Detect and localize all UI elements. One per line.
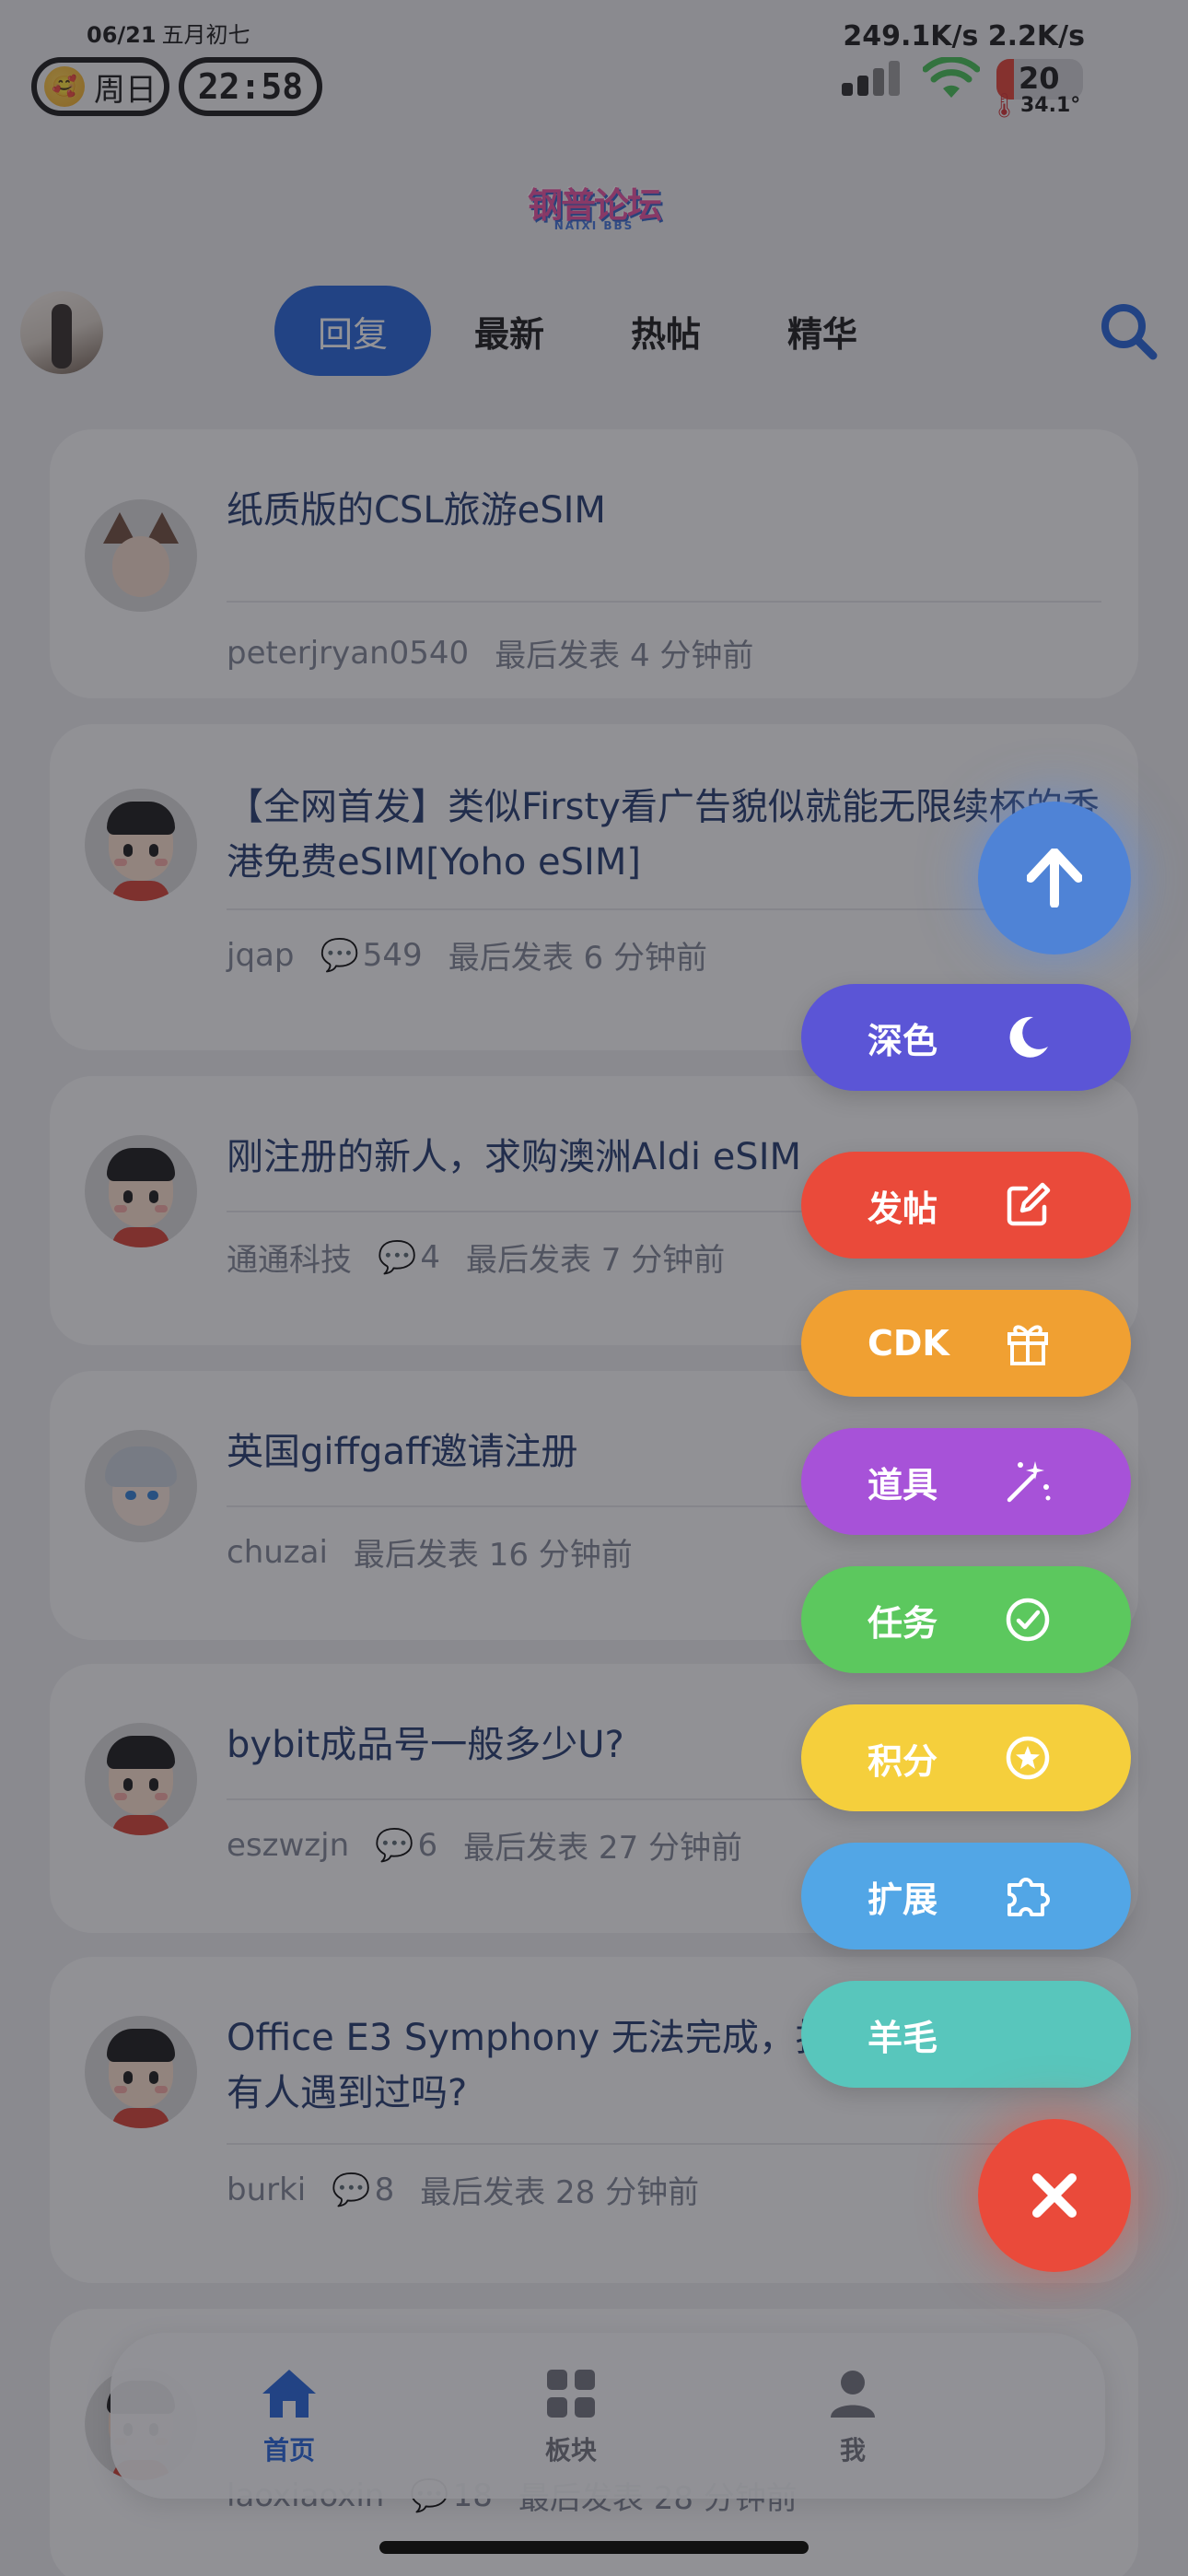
close-icon (1032, 2173, 1077, 2218)
extensions-button[interactable]: 扩展 (801, 1843, 1131, 1950)
quick-action-menu: 深色 发帖 CDK 道具 任务 积分 扩展 羊毛 (0, 0, 1188, 2576)
deals-button[interactable]: 羊毛 (801, 1981, 1131, 2088)
tasks-button[interactable]: 任务 (801, 1566, 1131, 1673)
scroll-to-top-button[interactable] (978, 802, 1131, 954)
gift-icon (1007, 1325, 1048, 1365)
check-circle-icon (1006, 1598, 1050, 1642)
arrow-up-icon (1027, 849, 1082, 907)
points-button[interactable]: 积分 (801, 1704, 1131, 1811)
edit-icon (1007, 1182, 1051, 1226)
close-menu-button[interactable] (978, 2119, 1131, 2272)
cdk-button[interactable]: CDK (801, 1290, 1131, 1397)
dark-mode-button[interactable]: 深色 (801, 984, 1131, 1091)
forum-home-screen: 06/21五月初七 🥰 周日 22:58 249.1K/s 2.2K/s 20 … (0, 0, 1188, 2576)
moon-icon (1009, 1016, 1048, 1058)
star-circle-icon (1006, 1736, 1050, 1780)
magic-wand-icon (1007, 1461, 1051, 1503)
new-post-button[interactable]: 发帖 (801, 1152, 1131, 1259)
items-button[interactable]: 道具 (801, 1428, 1131, 1535)
puzzle-icon (1007, 1878, 1050, 1916)
